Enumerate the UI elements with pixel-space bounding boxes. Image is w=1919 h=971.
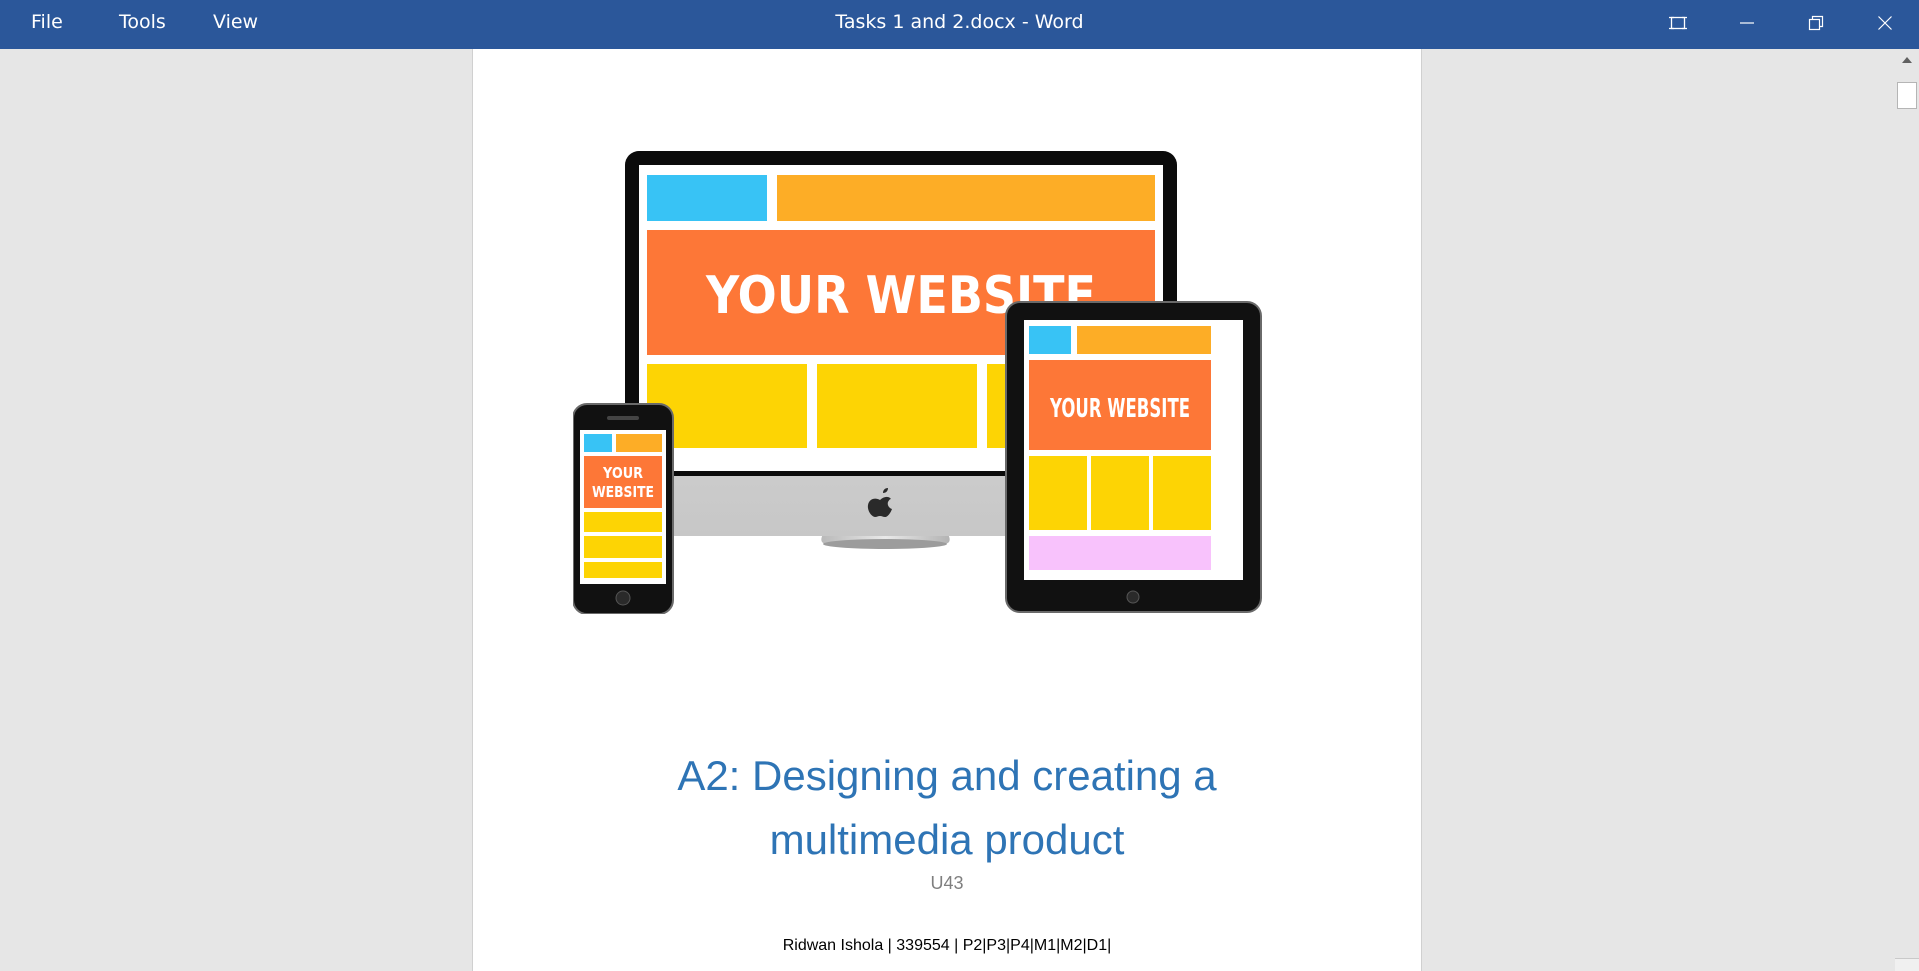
close-button[interactable] (1850, 0, 1919, 45)
phone-site-heading-line1: YOUR (602, 464, 643, 482)
document-title-line2: multimedia product (769, 816, 1125, 863)
focus-mode-icon (1668, 16, 1687, 29)
title-bar: File Tools View Tasks 1 and 2.docx - Wor… (0, 0, 1919, 49)
restore-button[interactable] (1781, 0, 1850, 45)
minimize-button[interactable] (1712, 0, 1781, 45)
document-title-line1: A2: Designing and creating a (677, 752, 1217, 799)
document-byline: Ridwan Ishola | 339554 | P2|P3|P4|M1|M2|… (782, 937, 1112, 954)
scroll-thumb[interactable] (1897, 82, 1917, 109)
tablet-device: YOUR WEBSITE (1005, 301, 1262, 613)
menu-file[interactable]: File (31, 0, 63, 45)
restore-icon (1808, 15, 1823, 30)
scroll-up-button[interactable] (1895, 49, 1919, 71)
scroll-down-button[interactable] (1895, 958, 1919, 971)
minimize-icon (1739, 21, 1754, 24)
menu-tools[interactable]: Tools (119, 0, 166, 45)
responsive-devices-image: YOUR WEBSITE YOUR WEBSITE YOUR WEBSITE (573, 151, 1262, 614)
tablet-site-heading: YOUR WEBSITE (1049, 394, 1190, 424)
document-title: A2: Designing and creating a multimedia … (473, 744, 1421, 872)
scroll-up-arrow-icon (1902, 57, 1912, 63)
document-subtitle: U43 (930, 873, 964, 893)
phone-site-heading-line2: WEBSITE (592, 483, 654, 501)
window-title: Tasks 1 and 2.docx - Word (835, 11, 1084, 33)
close-icon (1877, 15, 1892, 30)
vertical-scrollbar[interactable] (1895, 49, 1919, 971)
focus-mode-button[interactable] (1643, 0, 1712, 45)
document-page: YOUR WEBSITE YOUR WEBSITE YOUR WEBSITE A… (472, 49, 1422, 971)
phone-device: YOUR WEBSITE (573, 403, 674, 614)
menu-view[interactable]: View (213, 0, 258, 45)
